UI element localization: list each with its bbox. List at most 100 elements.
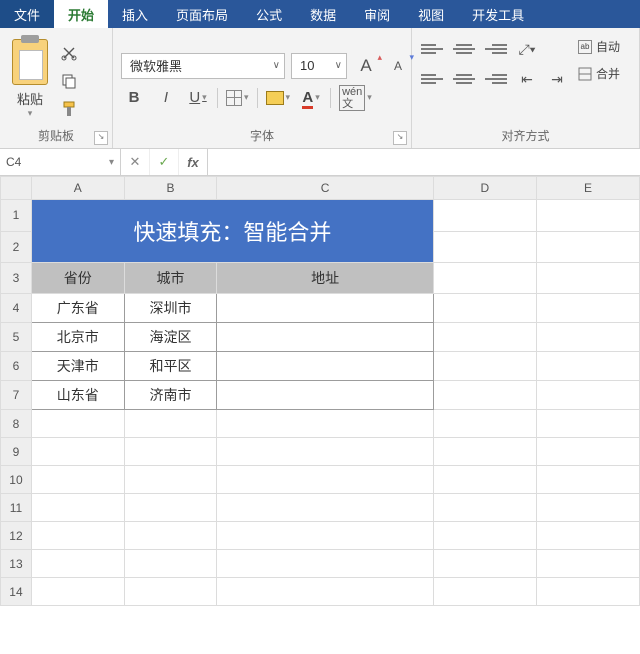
- cell[interactable]: 济南市: [124, 381, 217, 410]
- italic-button[interactable]: I: [153, 87, 179, 109]
- cell[interactable]: 山东省: [31, 381, 124, 410]
- cell[interactable]: [124, 522, 217, 550]
- tab-developer[interactable]: 开发工具: [458, 0, 538, 28]
- cell[interactable]: [124, 578, 217, 606]
- cell[interactable]: 深圳市: [124, 294, 217, 323]
- select-all-corner[interactable]: [1, 177, 32, 200]
- cut-button[interactable]: [58, 42, 80, 64]
- cell[interactable]: [31, 578, 124, 606]
- cell[interactable]: [433, 263, 536, 294]
- cell[interactable]: [536, 578, 639, 606]
- cell[interactable]: [31, 522, 124, 550]
- cell[interactable]: [124, 550, 217, 578]
- cell[interactable]: [536, 381, 639, 410]
- column-header[interactable]: E: [536, 177, 639, 200]
- cell[interactable]: [433, 466, 536, 494]
- grow-font-button[interactable]: A ▴: [353, 55, 379, 77]
- cell[interactable]: [433, 550, 536, 578]
- cell[interactable]: [31, 438, 124, 466]
- cell[interactable]: [433, 381, 536, 410]
- font-color-button[interactable]: A: [298, 87, 324, 109]
- cell[interactable]: [536, 550, 639, 578]
- row-header[interactable]: 13: [1, 550, 32, 578]
- cell[interactable]: 海淀区: [124, 323, 217, 352]
- tab-insert[interactable]: 插入: [108, 0, 162, 28]
- increase-indent-button[interactable]: ⇥: [546, 69, 568, 89]
- cell[interactable]: [217, 323, 433, 352]
- row-header[interactable]: 5: [1, 323, 32, 352]
- row-header[interactable]: 10: [1, 466, 32, 494]
- row-header[interactable]: 11: [1, 494, 32, 522]
- row-header[interactable]: 6: [1, 352, 32, 381]
- cell[interactable]: [536, 438, 639, 466]
- copy-button[interactable]: [58, 70, 80, 92]
- column-header[interactable]: B: [124, 177, 217, 200]
- row-header[interactable]: 7: [1, 381, 32, 410]
- align-top-button[interactable]: [420, 38, 444, 60]
- cell[interactable]: [31, 410, 124, 438]
- formula-enter-button[interactable]: ✓: [150, 149, 179, 175]
- tab-view[interactable]: 视图: [404, 0, 458, 28]
- cell[interactable]: [217, 438, 433, 466]
- cell[interactable]: [536, 231, 639, 263]
- row-header[interactable]: 4: [1, 294, 32, 323]
- paste-button[interactable]: 粘贴 ▾: [8, 37, 52, 121]
- merge-cells-button[interactable]: 合并: [578, 65, 620, 82]
- cell[interactable]: [536, 294, 639, 323]
- tab-review[interactable]: 审阅: [350, 0, 404, 28]
- fill-color-button[interactable]: [264, 87, 293, 109]
- shrink-font-button[interactable]: A ▾: [385, 55, 411, 77]
- title-cell[interactable]: 快速填充：智能合并: [31, 200, 433, 263]
- cell[interactable]: [217, 381, 433, 410]
- cell[interactable]: [217, 494, 433, 522]
- cell[interactable]: [31, 550, 124, 578]
- decrease-indent-button[interactable]: ⇤: [516, 69, 538, 89]
- cell[interactable]: [31, 466, 124, 494]
- cell[interactable]: [433, 231, 536, 263]
- column-header[interactable]: D: [433, 177, 536, 200]
- cell[interactable]: [536, 522, 639, 550]
- row-header[interactable]: 2: [1, 231, 32, 263]
- table-header-cell[interactable]: 城市: [124, 263, 217, 294]
- cell[interactable]: 北京市: [31, 323, 124, 352]
- borders-button[interactable]: [224, 87, 251, 109]
- cell[interactable]: 广东省: [31, 294, 124, 323]
- align-right-button[interactable]: [484, 68, 508, 90]
- cell[interactable]: 天津市: [31, 352, 124, 381]
- cell[interactable]: [217, 466, 433, 494]
- cell[interactable]: [536, 352, 639, 381]
- spreadsheet[interactable]: A B C D E 1快速填充：智能合并23省份城市地址4广东省深圳市5北京市海…: [0, 176, 640, 654]
- row-header[interactable]: 3: [1, 263, 32, 294]
- cell[interactable]: [433, 352, 536, 381]
- cell[interactable]: [536, 263, 639, 294]
- bold-button[interactable]: B: [121, 87, 147, 109]
- row-header[interactable]: 8: [1, 410, 32, 438]
- align-bottom-button[interactable]: [484, 38, 508, 60]
- cell[interactable]: [217, 352, 433, 381]
- cell[interactable]: [124, 410, 217, 438]
- cell[interactable]: [124, 494, 217, 522]
- tab-page-layout[interactable]: 页面布局: [162, 0, 242, 28]
- phonetic-button[interactable]: wén文: [337, 87, 374, 109]
- table-header-cell[interactable]: 省份: [31, 263, 124, 294]
- font-name-combo[interactable]: 微软雅黑 ∨: [121, 53, 285, 79]
- cell[interactable]: [217, 578, 433, 606]
- cell[interactable]: [217, 550, 433, 578]
- tab-file[interactable]: 文件: [0, 0, 54, 28]
- tab-data[interactable]: 数据: [296, 0, 350, 28]
- cell[interactable]: [433, 494, 536, 522]
- row-header[interactable]: 9: [1, 438, 32, 466]
- cell[interactable]: [536, 323, 639, 352]
- cell[interactable]: [433, 522, 536, 550]
- cell[interactable]: [433, 323, 536, 352]
- formula-input[interactable]: [208, 149, 640, 175]
- align-middle-button[interactable]: [452, 38, 476, 60]
- insert-function-button[interactable]: fx: [179, 149, 208, 175]
- font-size-combo[interactable]: 10 ∨: [291, 53, 347, 79]
- cell[interactable]: [536, 200, 639, 232]
- formula-cancel-button[interactable]: ✕: [121, 149, 150, 175]
- row-header[interactable]: 12: [1, 522, 32, 550]
- column-header[interactable]: C: [217, 177, 433, 200]
- table-header-cell[interactable]: 地址: [217, 263, 433, 294]
- tab-formulas[interactable]: 公式: [242, 0, 296, 28]
